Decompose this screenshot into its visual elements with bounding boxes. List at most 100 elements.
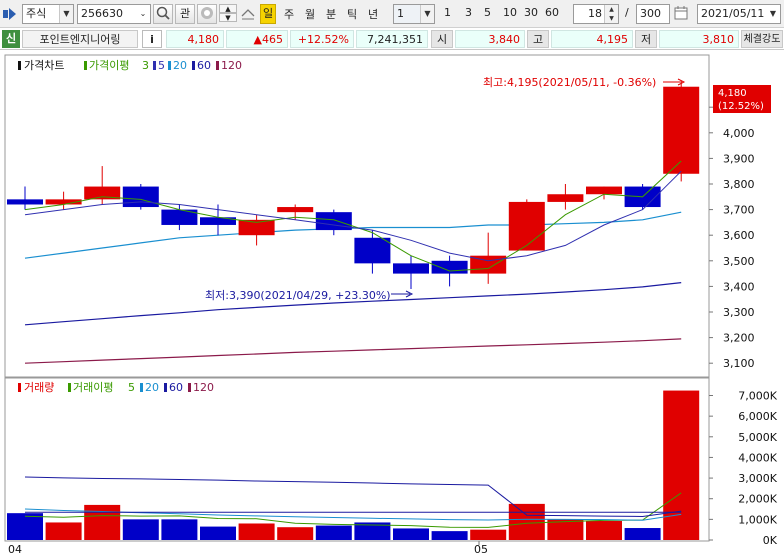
toolbar: 주식 ▼ 256630 ⌄ 관 ▲ ▼ 일 주 월 분 틱 년 1 ▼ 1 3 … [0,0,784,28]
price-panel [4,54,710,378]
volume-tick-label: 4,000K [738,451,777,464]
candle-body [586,186,622,195]
price-change: ▲465 [226,30,288,48]
chart-area: 4,1004,0003,9003,8003,7003,6003,5003,400… [0,51,784,557]
strength-label[interactable]: 체결강도 [741,30,783,48]
interval-select[interactable]: 1 ▼ [393,4,435,24]
range-separator: / [625,6,629,19]
volume-bar [122,519,159,540]
legend-vol-ma5: 5 [128,381,135,394]
volume-bar [393,528,429,540]
high-price: 4,195 [551,30,633,48]
calendar-icon[interactable] [673,4,691,24]
step-down-icon[interactable]: ▼ [219,13,237,22]
candle-body [277,207,314,213]
period-minute-tab[interactable]: 분 [326,6,336,22]
volume-bar [84,504,121,540]
legend-vol-ma120: 120 [193,381,214,394]
period-day-tab[interactable]: 일 [260,4,277,24]
price-tick-label: 3,900 [723,152,755,165]
watchlist-button[interactable]: 관 [175,4,195,24]
volume-bar [663,390,700,540]
legend-vol-ma-title: 거래이평 [73,381,113,394]
more-icon[interactable] [239,4,257,24]
volume-bar [431,531,468,540]
candle-body [354,237,391,264]
spinner-icon[interactable]: ▲ ▼ [604,5,618,23]
market-type-select[interactable]: 주식 ▼ [22,4,74,24]
menu-arrow-icon[interactable] [2,4,22,24]
volume-bar [200,526,236,540]
price-axis: 4,1004,0003,9003,8003,7003,6003,5003,400… [709,101,755,370]
search-button[interactable] [153,4,173,24]
price-tick-label: 3,500 [723,255,755,268]
volume-tick-label: 6,000K [738,410,777,423]
chevron-down-icon: ⌄ [136,5,150,23]
search-icon [156,6,170,20]
stock-name[interactable]: 포인트엔지니어링 [22,30,138,48]
volume-bar [161,519,198,540]
chevron-down-icon: ▼ [766,5,780,23]
volume-bar [277,527,314,540]
volume-tick-label: 0K [763,534,778,547]
legend-volume-title: 거래량 [24,381,54,394]
volume-bar [586,521,622,540]
volume-bar [238,523,275,540]
price-tick-label: 3,400 [723,280,755,293]
current-price-tag-value: 4,180 [718,88,747,99]
chevron-down-icon: ▼ [420,5,434,23]
step-up-icon[interactable]: ▲ [219,4,237,13]
x-label-apr: 04 [8,543,22,556]
period-tick-tab[interactable]: 틱 [347,6,357,22]
candle-body [315,212,352,231]
volume-total: 7,241,351 [356,30,428,48]
price-tick-label: 3,800 [723,178,755,191]
legend-ma120: 120 [221,59,242,72]
quick-range-10[interactable]: 10 [503,6,517,19]
high-label: 고 [527,30,549,48]
quick-range-5[interactable]: 5 [484,6,491,19]
alert-button[interactable] [197,4,217,24]
volume-tick-label: 7,000K [738,390,777,403]
stock-chart[interactable]: 4,1004,0003,9003,8003,7003,6003,5003,400… [0,51,784,557]
info-button[interactable]: i [142,30,162,48]
volume-bar [624,528,661,540]
range-total-input[interactable]: 300 [636,4,670,24]
market-type-value: 주식 [26,7,47,20]
code-stepper[interactable]: ▲ ▼ [219,4,237,24]
max-price-note: 최고:4,195(2021/05/11, -0.36%) [483,76,656,89]
quick-range-60[interactable]: 60 [545,6,559,19]
quick-range-3[interactable]: 3 [465,6,472,19]
bell-icon [201,7,213,19]
volume-bar [315,525,352,540]
period-week-tab[interactable]: 주 [284,6,294,22]
quick-range-1[interactable]: 1 [444,6,451,19]
legend-ma60: 60 [197,59,211,72]
open-price: 3,840 [455,30,525,48]
candle-body [393,263,429,274]
volume-bar [470,529,507,540]
period-year-tab[interactable]: 년 [368,6,378,22]
volume-tick-label: 3,000K [738,472,777,485]
legend-ma20: 20 [173,59,187,72]
chevron-down-icon: ▼ [59,5,73,23]
legend-marker-ma [84,61,87,70]
min-price-note: 최저:3,390(2021/04/29, +23.30%) [205,289,391,302]
volume-tick-label: 1,000K [738,513,777,526]
period-month-tab[interactable]: 월 [305,6,315,22]
candle-body [431,260,468,274]
legend-vol-ma60: 60 [169,381,183,394]
range-count-input[interactable]: 18 ▲ ▼ [573,4,619,24]
x-label-may: 05 [474,543,488,556]
stock-code-input[interactable]: 256630 ⌄ [77,4,151,24]
date-input[interactable]: 2021/05/11 ▼ [697,4,781,24]
date-value: 2021/05/11 [701,7,765,20]
price-tick-label: 3,200 [723,332,755,345]
price-tick-label: 3,100 [723,357,755,370]
volume-tick-label: 2,000K [738,493,777,506]
price-change-pct: +12.52% [290,30,354,48]
volume-axis: 7,000K 6,000K 5,000K 4,000K 3,000K 2,000K 1,00… [709,390,778,547]
price-tick-label: 3,700 [723,204,755,217]
interval-value: 1 [397,7,404,20]
quick-range-30[interactable]: 30 [524,6,538,19]
